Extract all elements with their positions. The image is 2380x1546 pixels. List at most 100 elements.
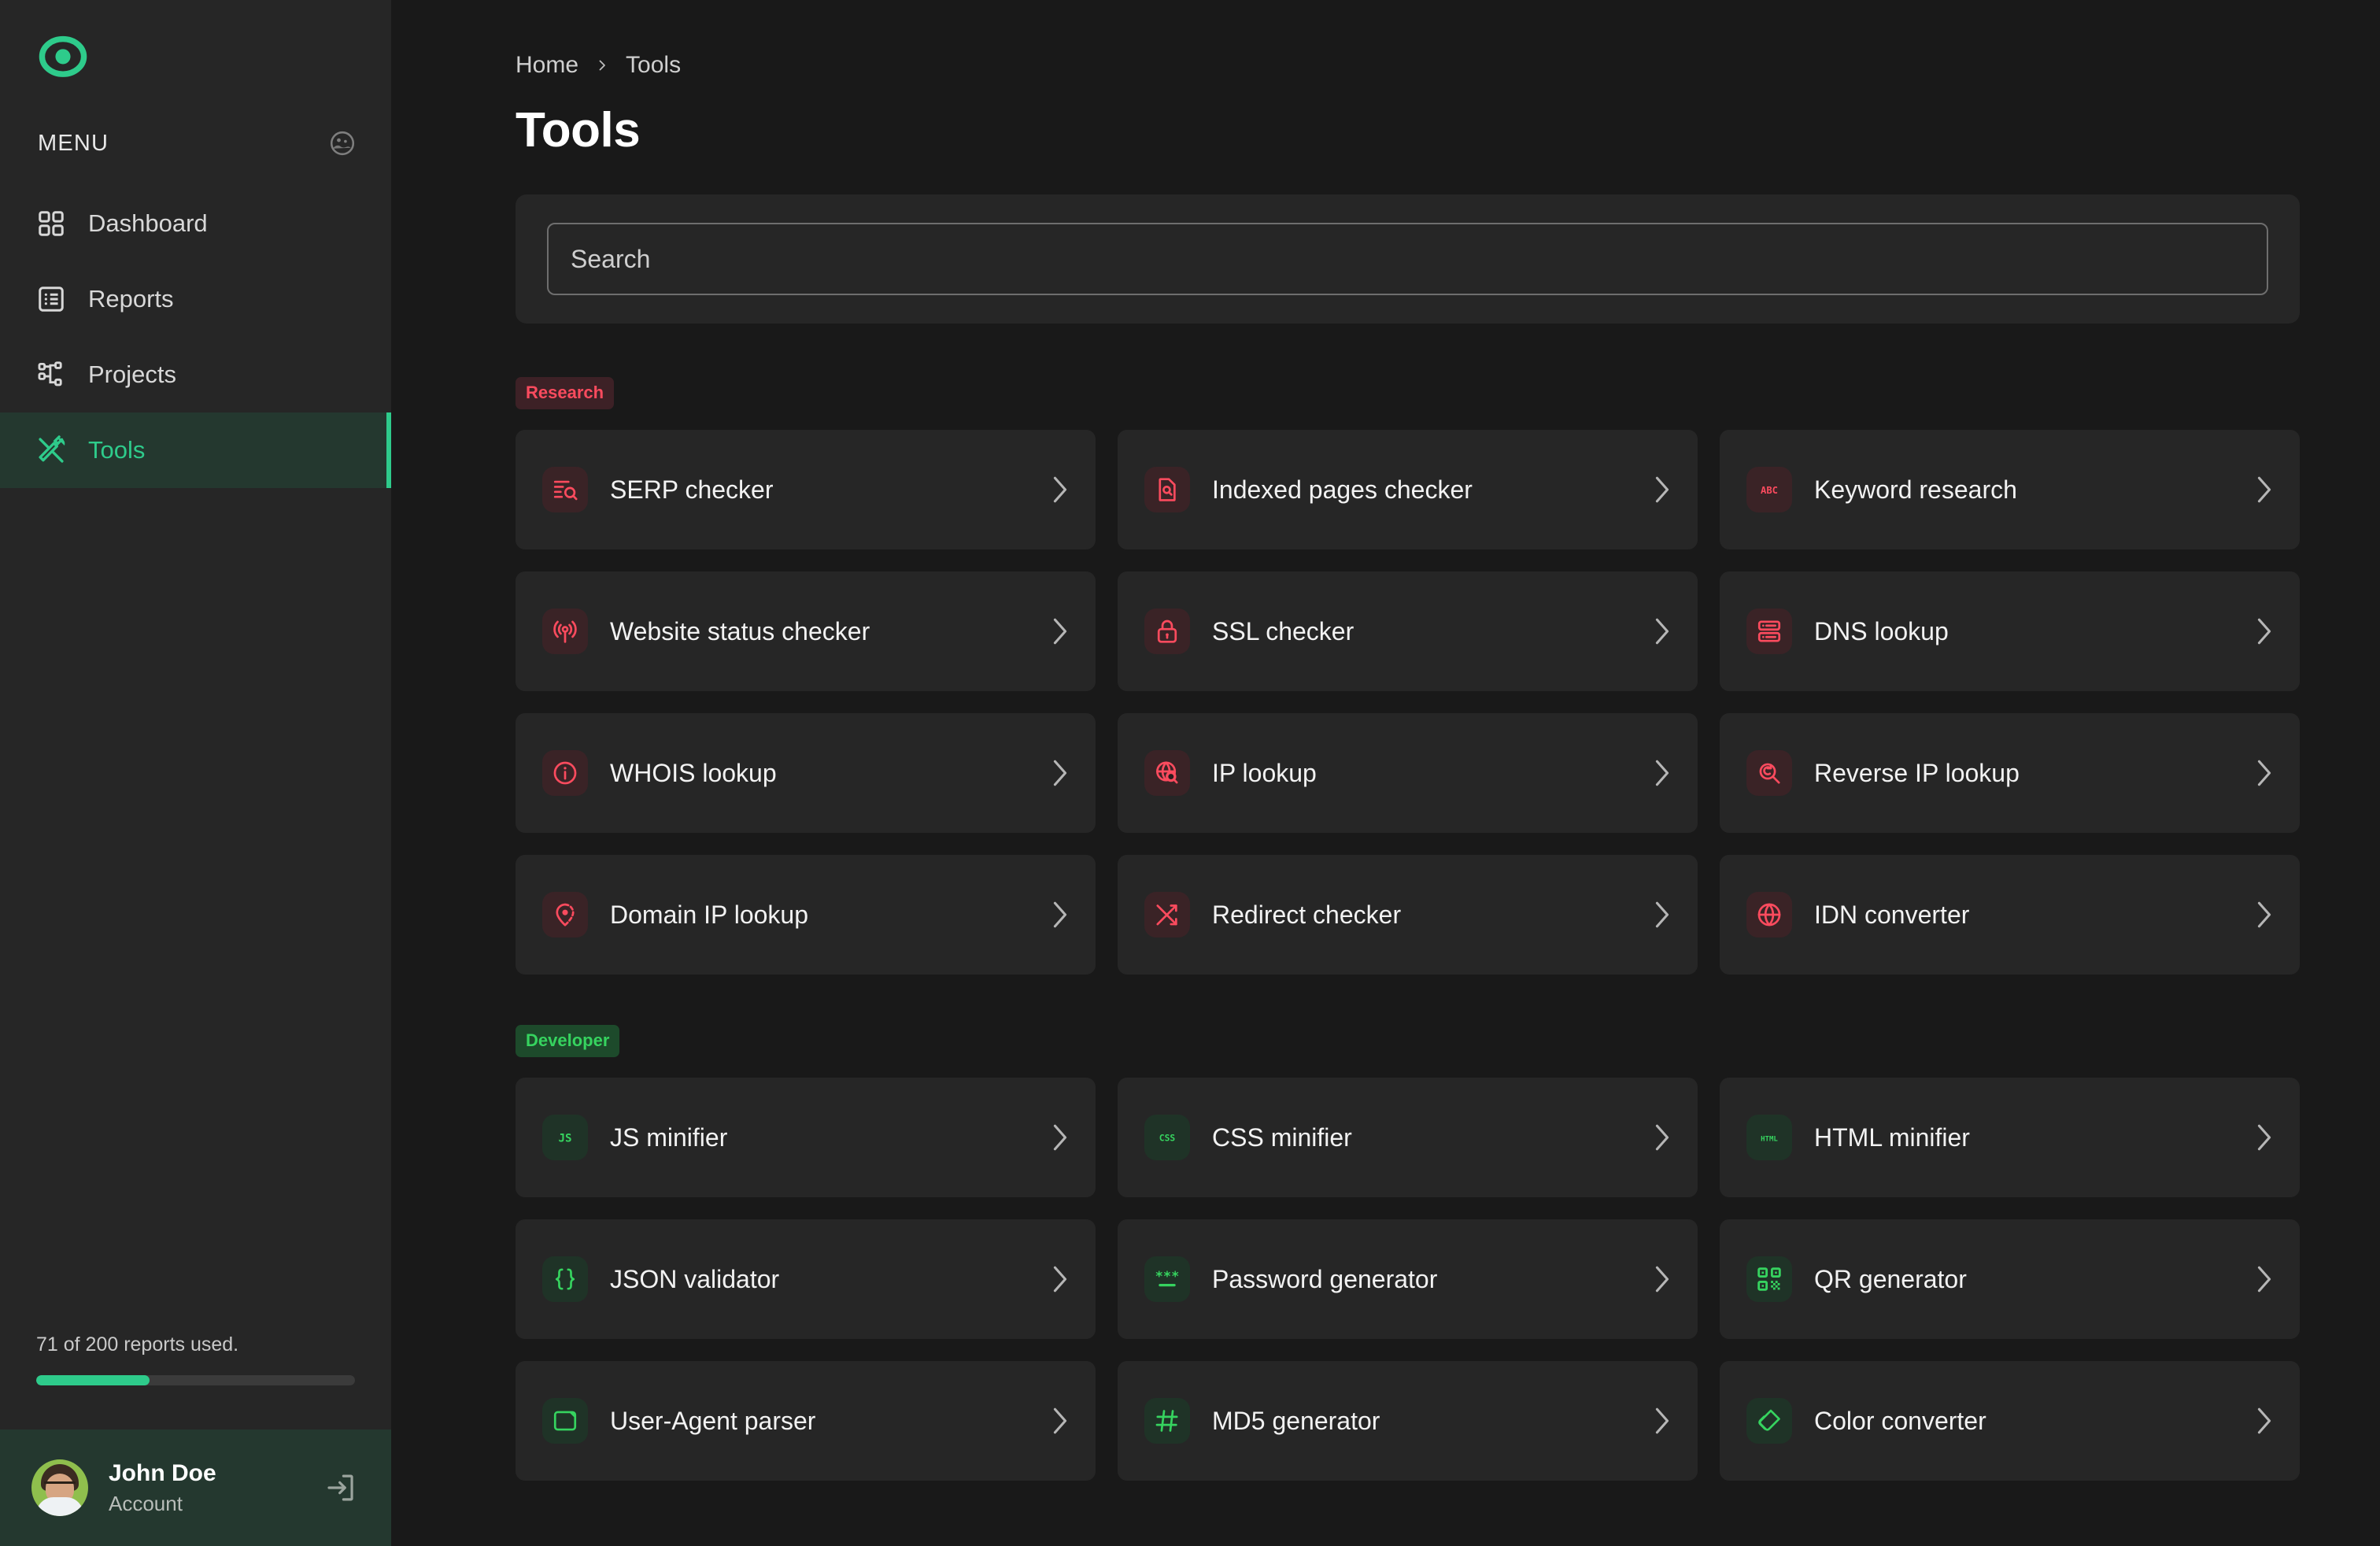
svg-text:***: *** (1155, 1269, 1180, 1285)
tool-sections: Research SERP checker Indexed pages checke… (516, 377, 2300, 1481)
tool-card[interactable]: JS JS minifier (516, 1078, 1096, 1197)
tool-card[interactable]: DNS lookup (1720, 571, 2300, 691)
tool-card[interactable]: IP lookup (1118, 713, 1698, 833)
sidebar-item-tools[interactable]: Tools (0, 412, 391, 488)
tool-card-label: Password generator (1212, 1264, 1438, 1293)
tool-card-label: JSON validator (610, 1264, 780, 1293)
abc-keyword-icon: ABC (1746, 467, 1792, 512)
sidebar-item-label: Reports (88, 285, 174, 313)
tool-card[interactable]: Redirect checker (1118, 855, 1698, 975)
sidebar-item-projects[interactable]: Projects (0, 337, 391, 412)
svg-text:ABC: ABC (1761, 485, 1778, 496)
account-name: John Doe (109, 1459, 216, 1486)
account-info: John Doe Account (109, 1460, 303, 1516)
curly-braces-icon (542, 1256, 588, 1302)
tool-card[interactable]: Domain IP lookup (516, 855, 1096, 975)
chevron-right-icon (1654, 1123, 1671, 1152)
tool-section-research: Research SERP checker Indexed pages checke… (516, 377, 2300, 975)
color-swatch-icon (1746, 1398, 1792, 1444)
qr-code-icon (1746, 1256, 1792, 1302)
tool-card[interactable]: IDN converter (1720, 855, 2300, 975)
sidebar-item-label: Projects (88, 361, 176, 388)
chevron-right-icon (1051, 1123, 1069, 1152)
tool-card[interactable]: MD5 generator (1118, 1361, 1698, 1481)
tool-card[interactable]: QR generator (1720, 1219, 2300, 1339)
serp-list-search-icon (542, 467, 588, 512)
tool-grid: SERP checker Indexed pages checker ABC Keyw… (516, 430, 2300, 975)
page-title: Tools (516, 103, 641, 157)
tool-card[interactable]: WHOIS lookup (516, 713, 1096, 833)
tool-card-label: Domain IP lookup (610, 900, 808, 929)
app-root: MENU Dashboard Reports Projects Tools 71… (0, 0, 2380, 1546)
usage-progress-fill (36, 1375, 150, 1385)
tool-card[interactable]: User-Agent parser (516, 1361, 1096, 1481)
globe-search-icon (1144, 750, 1190, 796)
asterisk-password-icon: *** (1144, 1256, 1190, 1302)
tool-card[interactable]: SSL checker (1118, 571, 1698, 691)
avatar (31, 1459, 88, 1516)
tool-card[interactable]: Website status checker (516, 571, 1096, 691)
search-input[interactable] (547, 223, 2268, 295)
sidebar-item-dashboard[interactable]: Dashboard (0, 186, 391, 261)
tool-card-label: CSS minifier (1212, 1123, 1352, 1152)
document-search-icon (1144, 467, 1190, 512)
hammer-wrench-tools-icon (36, 435, 66, 465)
hash-icon (1144, 1398, 1190, 1444)
tool-card[interactable]: HTML HTML minifier (1720, 1078, 2300, 1197)
chevron-right-icon (1051, 617, 1069, 645)
chevron-right-icon (2256, 1123, 2273, 1152)
account-card[interactable]: John Doe Account (0, 1429, 391, 1546)
sidebar-item-reports[interactable]: Reports (0, 261, 391, 337)
tool-grid: JS JS minifier CSS CSS minifier HTML HTML min… (516, 1078, 2300, 1481)
chevron-right-icon (2256, 475, 2273, 504)
tool-card[interactable]: SERP checker (516, 430, 1096, 549)
breadcrumb-current: Tools (626, 52, 682, 78)
shuffle-arrows-icon (1144, 892, 1190, 938)
tool-card-label: HTML minifier (1814, 1123, 1970, 1152)
tool-card[interactable]: ABC Keyword research (1720, 430, 2300, 549)
location-target-icon (542, 892, 588, 938)
browser-window-icon (542, 1398, 588, 1444)
tool-section-developer: Developer JS JS minifier CSS CSS minifier HTM… (516, 1025, 2300, 1481)
magnifier-reverse-icon (1746, 750, 1792, 796)
tool-card[interactable]: CSS CSS minifier (1118, 1078, 1698, 1197)
tool-card-label: Color converter (1814, 1406, 1986, 1435)
breadcrumb-home-link[interactable]: Home (516, 52, 578, 79)
tool-card[interactable]: *** Password generator (1118, 1219, 1698, 1339)
sidebar: MENU Dashboard Reports Projects Tools 71… (0, 0, 391, 1546)
grid-dashboard-icon (36, 209, 66, 239)
chevron-right-icon (1654, 617, 1671, 645)
menu-label: MENU (38, 130, 109, 156)
globe-icon (1746, 892, 1792, 938)
chevron-right-icon (1654, 759, 1671, 787)
usage-meter: 71 of 200 reports used. (0, 1333, 391, 1429)
chevron-right-icon (596, 59, 608, 72)
tool-card[interactable]: Indexed pages checker (1118, 430, 1698, 549)
lock-icon (1144, 608, 1190, 654)
color-palette-icon[interactable] (328, 129, 357, 157)
tool-card-label: Redirect checker (1212, 900, 1402, 929)
tool-card-label: SSL checker (1212, 616, 1354, 645)
logout-arrow-icon[interactable] (323, 1471, 357, 1504)
tool-card-label: Keyword research (1814, 475, 2017, 504)
tool-card[interactable]: Reverse IP lookup (1720, 713, 2300, 833)
server-rack-icon (1746, 608, 1792, 654)
tool-card[interactable]: JSON validator (516, 1219, 1096, 1339)
tool-card-label: QR generator (1814, 1264, 1967, 1293)
info-circle-icon (542, 750, 588, 796)
chevron-right-icon (2256, 1407, 2273, 1435)
tool-card-label: Website status checker (610, 616, 870, 645)
sidebar-nav: Dashboard Reports Projects Tools (0, 186, 391, 488)
chevron-right-icon (1051, 901, 1069, 929)
js-text-icon: JS (542, 1115, 588, 1160)
brand-logo-area[interactable] (0, 0, 391, 117)
chevron-right-icon (1654, 475, 1671, 504)
usage-progress-track (36, 1375, 355, 1385)
tool-card-label: MD5 generator (1212, 1406, 1380, 1435)
broadcast-signal-icon (542, 608, 588, 654)
tool-card-label: SERP checker (610, 475, 774, 504)
tool-card-label: IDN converter (1814, 900, 1970, 929)
tool-card[interactable]: Color converter (1720, 1361, 2300, 1481)
